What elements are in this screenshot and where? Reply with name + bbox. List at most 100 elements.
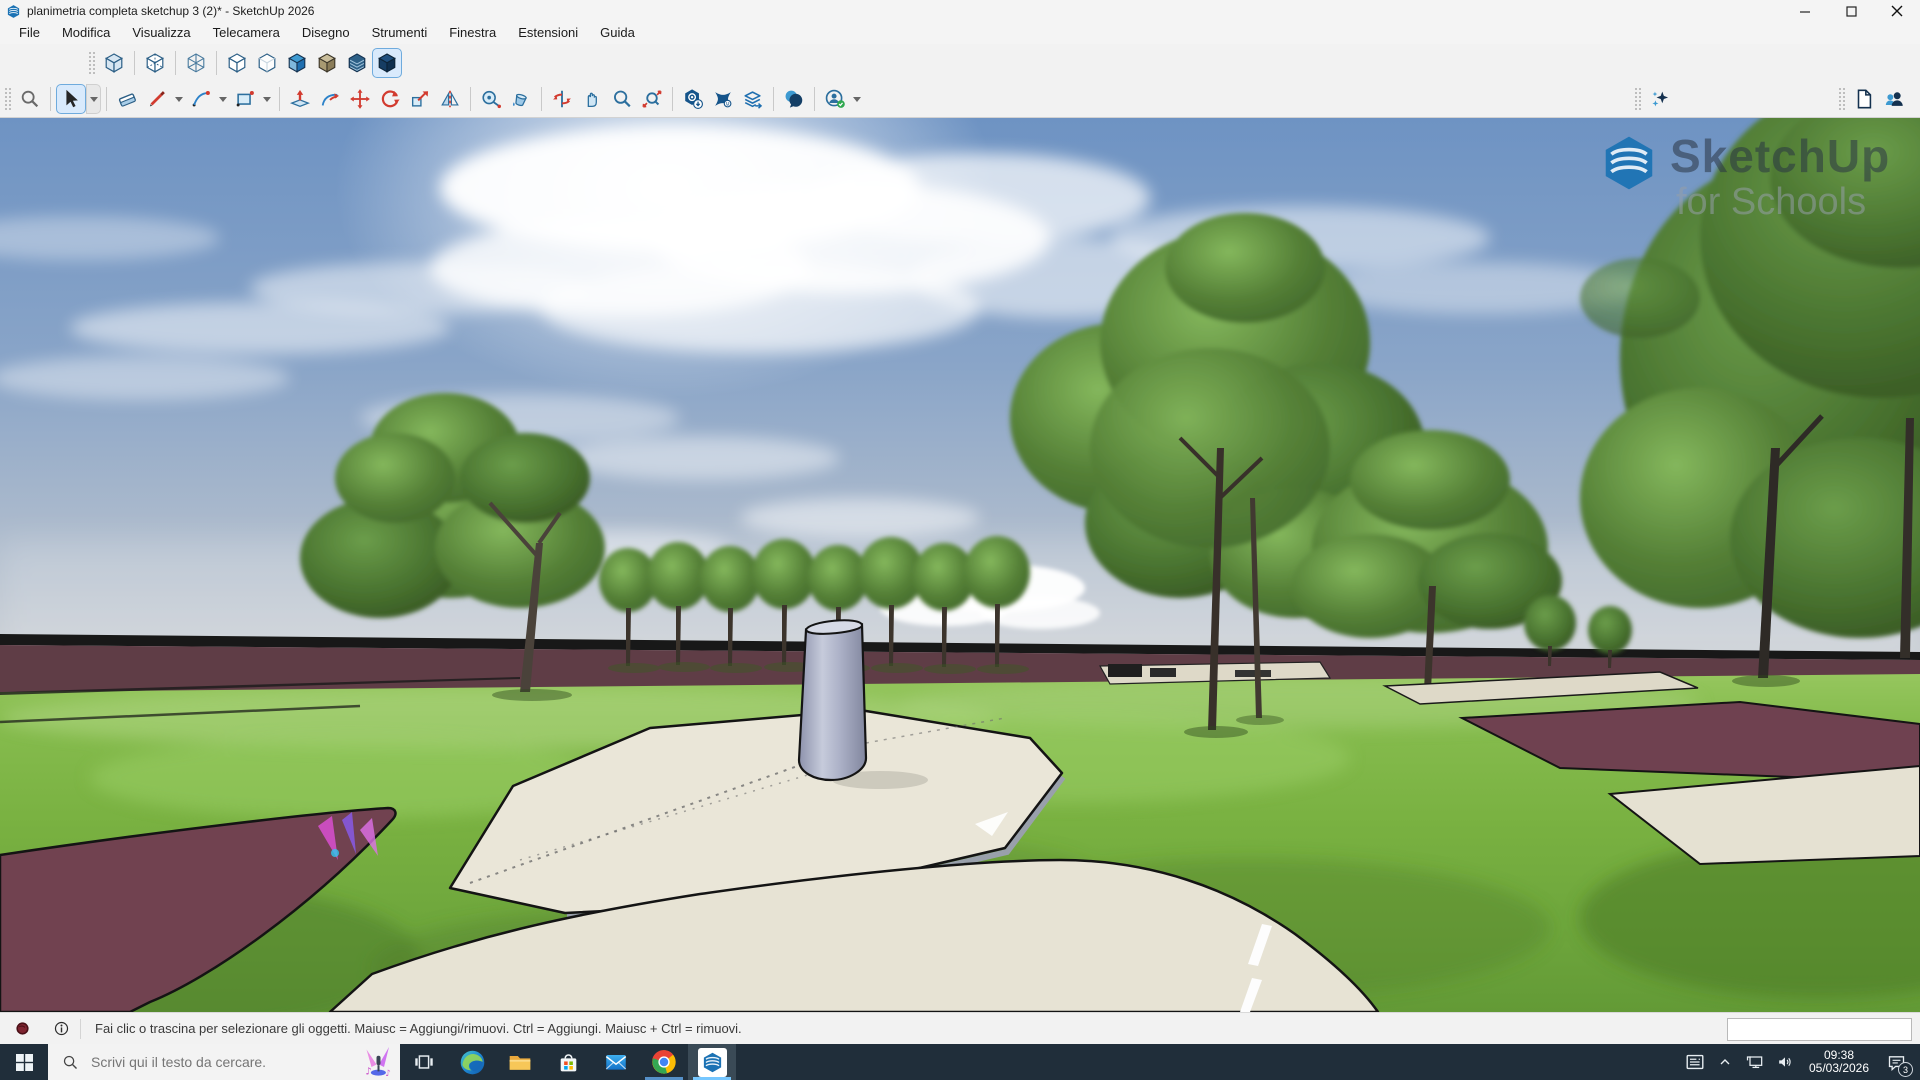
move-tool-button[interactable] [345,84,375,114]
network-icon[interactable] [1740,1044,1770,1080]
face-style-xray-button[interactable] [99,48,129,78]
geolocation-icon[interactable] [14,1020,31,1037]
account-dropdown[interactable] [853,97,861,102]
menu-file[interactable]: File [8,22,51,44]
maximize-button[interactable] [1828,0,1874,22]
search-button[interactable] [15,84,45,114]
line-tool-dropdown[interactable] [175,97,183,102]
select-tool-dropdown[interactable] [86,84,101,114]
search-highlight-icon[interactable]: ♪ ♪ [362,1047,396,1077]
toolbar-grip[interactable] [1838,87,1845,111]
paint-bucket-icon [510,88,532,110]
minimize-button[interactable] [1782,0,1828,22]
arc-tool-dropdown[interactable] [219,97,227,102]
orbit-icon [551,88,573,110]
menu-modifica[interactable]: Modifica [51,22,121,44]
taskbar-app-sketchup[interactable] [688,1044,736,1080]
task-view-button[interactable] [400,1044,448,1080]
tape-measure-tool-button[interactable] [476,84,506,114]
zoom-extents-button[interactable] [637,84,667,114]
start-button[interactable] [0,1044,48,1080]
eraser-tool-button[interactable] [112,84,142,114]
taskbar-app-edge[interactable] [448,1044,496,1080]
face-style-textured-dark-button[interactable] [342,48,372,78]
scale-tool-button[interactable] [405,84,435,114]
3d-warehouse-button[interactable] [678,84,708,114]
viewport-3d[interactable]: SketchUp for Schools [0,118,1920,1012]
face-style-shaded-white-button[interactable] [252,48,282,78]
extension-warehouse-button[interactable] [708,84,738,114]
close-button[interactable] [1874,0,1920,22]
taskbar-app-chrome[interactable] [640,1044,688,1080]
notification-badge: 3 [1898,1062,1913,1077]
menu-estensioni[interactable]: Estensioni [507,22,589,44]
toolbar-grip[interactable] [1634,87,1641,111]
pencil-icon [146,88,168,110]
status-message: Fai clic o trascina per selezionare gli … [95,1021,742,1036]
measurements-input[interactable] [1727,1018,1912,1041]
edge-icon [459,1049,486,1076]
select-arrow-icon [60,88,82,110]
orbit-tool-button[interactable] [547,84,577,114]
taskbar-search[interactable]: ♪ ♪ [48,1044,400,1080]
face-style-textures-button[interactable] [312,48,342,78]
rotate-tool-button[interactable] [375,84,405,114]
volume-icon[interactable] [1770,1044,1800,1080]
new-document-button[interactable] [1849,84,1879,114]
window-title: planimetria completa sketchup 3 (2)* - S… [27,4,314,18]
microsoft-store-icon [556,1050,581,1075]
flip-tool-button[interactable] [435,84,465,114]
textured-cube-icon [316,52,338,74]
panels-toolbar [1834,81,1920,117]
taskbar-app-file-explorer[interactable] [496,1044,544,1080]
select-tool-button[interactable] [56,84,86,114]
share-model-button[interactable] [738,84,768,114]
chat-button[interactable] [779,84,809,114]
line-tool-button[interactable] [142,84,172,114]
pan-tool-button[interactable] [577,84,607,114]
chat-icon [783,88,805,110]
menu-visualizza[interactable]: Visualizza [121,22,201,44]
status-bar: Fai clic o trascina per selezionare gli … [0,1012,1920,1044]
white-cube-icon [256,52,278,74]
taskbar: ♪ ♪ [0,1044,1920,1080]
chrome-icon [651,1049,677,1075]
monochrome-cube-icon [376,52,398,74]
taskbar-app-microsoft-store[interactable] [544,1044,592,1080]
rectangle-tool-dropdown[interactable] [263,97,271,102]
contacts-button[interactable] [1879,84,1909,114]
menu-strumenti[interactable]: Strumenti [361,22,439,44]
news-widget-icon[interactable] [1680,1044,1710,1080]
followme-tool-button[interactable] [315,84,345,114]
sketchup-app-icon [6,4,21,19]
info-icon[interactable] [53,1020,70,1037]
menu-guida[interactable]: Guida [589,22,646,44]
toolbar-grip[interactable] [88,51,95,75]
taskbar-app-mail[interactable] [592,1044,640,1080]
ai-assistant-button[interactable] [1645,84,1675,114]
tray-clock[interactable]: 09:38 05/03/2026 [1802,1049,1876,1075]
zoom-tool-button[interactable] [607,84,637,114]
face-style-back-edges-button[interactable] [140,48,170,78]
eraser-icon [116,88,138,110]
scene-render [0,118,1920,1012]
menu-finestra[interactable]: Finestra [438,22,507,44]
face-style-shaded-button[interactable] [282,48,312,78]
menu-disegno[interactable]: Disegno [291,22,361,44]
rectangle-tool-button[interactable] [230,84,260,114]
action-center-button[interactable]: 3 [1878,1044,1914,1080]
face-style-wireframe-button[interactable] [181,48,211,78]
toolbar-grip[interactable] [4,87,11,111]
pushpull-tool-button[interactable] [285,84,315,114]
people-icon [1883,88,1905,110]
face-style-hidden-line-button[interactable] [222,48,252,78]
face-style-monochrome-button[interactable] [372,48,402,78]
account-button[interactable] [820,84,850,114]
menu-telecamera[interactable]: Telecamera [202,22,291,44]
arc-tool-button[interactable] [186,84,216,114]
striped-cube-icon [346,52,368,74]
tray-chevron-up-icon[interactable] [1710,1044,1740,1080]
search-input[interactable] [89,1053,343,1071]
paint-bucket-tool-button[interactable] [506,84,536,114]
task-view-icon [413,1051,435,1073]
